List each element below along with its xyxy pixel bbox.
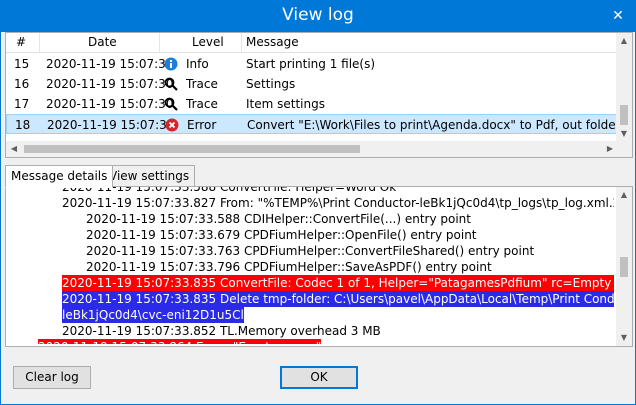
info-icon <box>164 54 182 74</box>
tab-message-details[interactable]: Message details <box>5 165 114 188</box>
log-grid: # Date Level Message 15 2020-11-19 15:07:… <box>5 32 633 158</box>
table-row[interactable]: 18 2020-11-19 15:07:30 Error Convert "E:\Wo… <box>6 114 619 135</box>
log-detail-line: 2020-11-19 15:07:33.588 CDIHelper::Conve… <box>86 212 471 226</box>
log-detail-line: 2020-11-19 15:07:33.588 ConvertFile: Hel… <box>62 187 397 194</box>
row-number: 18 <box>15 118 31 132</box>
row-level: Error <box>187 118 217 132</box>
row-number: 15 <box>14 57 30 71</box>
column-header-number[interactable]: # <box>6 33 40 53</box>
row-level: Info <box>186 57 209 71</box>
table-row[interactable]: 16 2020-11-19 15:07:30 Trace Settings <box>6 74 618 94</box>
window-title: View log <box>282 5 354 25</box>
grid-header: # Date Level Message <box>6 33 618 53</box>
log-detail-line: 2020-11-19 15:07:33.679 CPDFiumHelper::O… <box>86 228 477 242</box>
scroll-up-icon[interactable]: ▲ <box>616 33 632 49</box>
magnifier-icon <box>164 74 182 94</box>
grid-horizontal-scrollbar[interactable]: ◀ ▶ <box>6 141 618 157</box>
scroll-down-icon[interactable]: ▼ <box>616 126 632 142</box>
details-vertical-scrollbar[interactable]: ▲ ▼ <box>616 187 632 346</box>
scroll-corner <box>616 141 632 157</box>
log-detail-line: 2020-11-19 15:07:33.864 Error: "Empty ra… <box>38 339 322 344</box>
log-detail-line: 2020-11-19 15:07:33.835 ConvertFile: Cod… <box>62 275 614 291</box>
row-message: Item settings <box>246 97 325 111</box>
tab-view-settings[interactable]: View settings <box>103 165 196 187</box>
row-level: Trace <box>186 77 218 91</box>
row-message: Start printing 1 file(s) <box>246 57 376 71</box>
column-header-message[interactable]: Message <box>242 33 618 53</box>
row-message: Settings <box>246 77 296 91</box>
scroll-down-icon[interactable]: ▼ <box>616 330 632 346</box>
clear-log-button[interactable]: Clear log <box>13 366 91 389</box>
ok-button[interactable]: OK <box>280 366 358 389</box>
column-header-date[interactable]: Date <box>40 33 160 53</box>
scroll-up-icon[interactable]: ▲ <box>616 187 632 203</box>
title-bar: View log ✕ <box>1 1 635 32</box>
scroll-thumb[interactable] <box>620 105 628 125</box>
table-row[interactable]: 15 2020-11-19 15:07:30 Info Start printing … <box>6 54 618 74</box>
log-detail-line: 2020-11-19 15:07:33.852 TL.Memory overhe… <box>62 324 381 338</box>
row-number: 17 <box>14 97 30 111</box>
log-detail-line: 2020-11-19 15:07:33.835 Delete tmp-folde… <box>62 291 614 307</box>
column-header-level[interactable]: Level <box>160 33 242 53</box>
log-detail-line: 2020-11-19 15:07:33.796 CPDFiumHelper::S… <box>86 260 492 274</box>
scroll-left-icon[interactable]: ◀ <box>6 141 22 157</box>
log-detail-line: 2020-11-19 15:07:33.763 CPDFiumHelper::C… <box>86 244 535 258</box>
table-row[interactable]: 17 2020-11-19 15:07:30 Trace Item settings <box>6 94 618 114</box>
row-message: Convert "E:\Work\Files to print\Agenda.d… <box>247 118 619 132</box>
close-button[interactable]: ✕ <box>601 1 635 32</box>
view-log-window: View log ✕ # Date Level Message 15 2020-1… <box>0 0 636 405</box>
magnifier-icon <box>164 94 182 114</box>
scroll-thumb[interactable] <box>24 145 360 153</box>
scroll-thumb[interactable] <box>620 257 628 277</box>
grid-vertical-scrollbar[interactable]: ▲ ▼ <box>616 33 632 142</box>
message-details-text: 2020-11-19 15:07:33.588 ConvertFile: Hel… <box>8 187 614 344</box>
error-icon <box>165 115 183 135</box>
message-details-panel: 2020-11-19 15:07:33.588 ConvertFile: Hel… <box>5 186 633 347</box>
row-level: Trace <box>186 97 218 111</box>
row-number: 16 <box>14 77 30 91</box>
log-detail-line: 2020-11-19 15:07:33.827 From: "%TEMP%\Pr… <box>62 196 614 210</box>
log-detail-line: leBk1jQc0d4\cvc-eni12D1u5Cl <box>62 307 244 323</box>
